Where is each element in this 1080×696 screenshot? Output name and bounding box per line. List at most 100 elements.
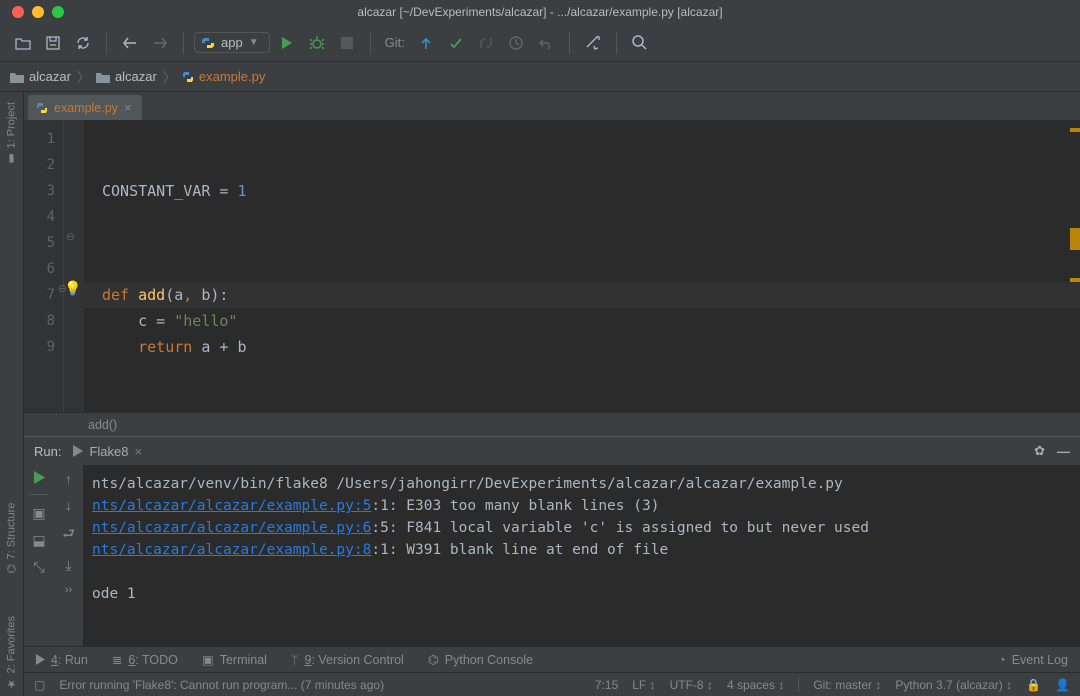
crumb-label: example.py bbox=[199, 69, 265, 84]
forward-button[interactable] bbox=[147, 30, 173, 56]
status-msg-icon[interactable]: ▢ bbox=[34, 678, 45, 692]
editor-breadcrumb[interactable]: add() bbox=[24, 412, 1080, 436]
up-button[interactable]: ↑ bbox=[65, 471, 72, 487]
python-icon: ⌬ bbox=[428, 652, 439, 667]
stop-button[interactable] bbox=[334, 30, 360, 56]
rerun-button[interactable] bbox=[34, 471, 45, 484]
gear-icon[interactable]: ✿ bbox=[1034, 443, 1045, 459]
play-icon bbox=[36, 654, 45, 665]
line-gutter[interactable]: 123456789 bbox=[24, 120, 64, 412]
folder-icon: ▮ bbox=[5, 152, 18, 165]
debug-button[interactable] bbox=[304, 30, 330, 56]
chevron-right-icon: 〉 bbox=[77, 67, 90, 86]
run-button[interactable] bbox=[274, 30, 300, 56]
console-output[interactable]: nts/alcazar/venv/bin/flake8 /Users/jahon… bbox=[84, 465, 1080, 646]
git-commit-button[interactable] bbox=[443, 30, 469, 56]
soft-wrap-button[interactable]: ⮐ bbox=[62, 523, 75, 547]
scroll-end-button[interactable]: ⤓ bbox=[65, 557, 71, 574]
stop-button[interactable]: ▣ bbox=[32, 505, 45, 522]
tab-python-console[interactable]: ⌬ Python Console bbox=[428, 652, 533, 667]
back-button[interactable] bbox=[117, 30, 143, 56]
ide-man-icon[interactable]: 👤 bbox=[1055, 678, 1070, 692]
indent-selector[interactable]: 4 spaces bbox=[727, 678, 784, 692]
gutter-icons: ⊖ ⊖ 💡 bbox=[64, 120, 84, 412]
git-label: Git: bbox=[385, 35, 405, 50]
editor-tab-label: example.py bbox=[54, 101, 118, 115]
open-button[interactable] bbox=[10, 30, 36, 56]
chevron-right-icon: 〉 bbox=[163, 67, 176, 86]
window-titlebar: alcazar [~/DevExperiments/alcazar] - ...… bbox=[0, 0, 1080, 24]
tab-vcs[interactable]: ᛘ9: Version Control bbox=[291, 653, 404, 667]
tab-event-log[interactable]: ◔ Event Log bbox=[998, 653, 1068, 667]
chevron-down-icon: ▼ bbox=[249, 37, 259, 48]
crumb-label: alcazar bbox=[115, 69, 157, 84]
branch-icon: ᛘ bbox=[291, 653, 299, 667]
structure-tool-button[interactable]: ⌬ 7: Structure bbox=[5, 497, 18, 579]
run-tab-label: Flake8 bbox=[89, 444, 128, 459]
tab-label: Terminal bbox=[220, 653, 267, 667]
git-update-button[interactable] bbox=[413, 30, 439, 56]
tab-todo[interactable]: ≣6: TODO bbox=[112, 652, 178, 667]
run-config-selector[interactable]: app ▼ bbox=[194, 32, 270, 53]
project-tool-button[interactable]: ▮ 1: Project bbox=[5, 96, 18, 171]
lock-icon[interactable]: 🔒 bbox=[1026, 678, 1041, 692]
run-left-tools-2: ↑ ↓ ⮐ ⤓ ›› bbox=[54, 465, 84, 646]
code-editor[interactable]: 123456789 ⊖ ⊖ 💡 CONSTANT_VAR = 1 def add… bbox=[24, 120, 1080, 412]
more-button[interactable]: ›› bbox=[65, 584, 72, 596]
star-icon: ★ bbox=[5, 677, 18, 690]
run-left-tools: ▣ ⬓ ⤡ bbox=[24, 465, 54, 646]
editor-tab-bar: example.py × bbox=[24, 92, 1080, 120]
settings-button[interactable] bbox=[580, 30, 606, 56]
git-history-button[interactable] bbox=[503, 30, 529, 56]
down-button[interactable]: ↓ bbox=[65, 497, 72, 513]
play-icon bbox=[73, 445, 83, 457]
folder-icon bbox=[96, 71, 110, 83]
git-branch-selector[interactable]: Git: master bbox=[813, 678, 881, 692]
run-title-label: Run: bbox=[34, 444, 61, 459]
search-button[interactable] bbox=[627, 30, 653, 56]
tab-terminal[interactable]: ▣ Terminal bbox=[202, 652, 267, 667]
tool-label: 7: Structure bbox=[6, 503, 18, 560]
git-rollback-button[interactable] bbox=[533, 30, 559, 56]
run-tool-window: Run: Flake8 × ✿ — ▣ ⬓ ⤡ bbox=[24, 436, 1080, 646]
bubble-icon: ◔ bbox=[998, 653, 1006, 667]
close-icon[interactable]: × bbox=[124, 100, 132, 115]
pin-button[interactable]: ⤡ bbox=[33, 559, 44, 576]
crumb-file[interactable]: example.py bbox=[182, 69, 265, 84]
minimize-icon[interactable]: — bbox=[1057, 444, 1070, 459]
bottom-tool-tabs: 4: Run ≣6: TODO ▣ Terminal ᛘ9: Version Co… bbox=[24, 646, 1080, 672]
editor-tab[interactable]: example.py × bbox=[28, 95, 142, 120]
fold-icon[interactable]: ⊖ bbox=[66, 230, 75, 243]
file-encoding[interactable]: UTF-8 bbox=[670, 678, 713, 692]
left-tool-strip: ▮ 1: Project ⌬ 7: Structure ★ 2: Favorit… bbox=[0, 92, 24, 696]
pyfile-icon bbox=[36, 102, 48, 114]
terminal-icon: ▣ bbox=[202, 652, 214, 667]
run-config-name: app bbox=[221, 35, 243, 50]
code-area[interactable]: CONSTANT_VAR = 1 def add(a, b): c = "hel… bbox=[84, 120, 1080, 412]
caret-position[interactable]: 7:15 bbox=[595, 678, 618, 692]
intention-bulb-icon[interactable]: 💡 bbox=[64, 280, 81, 297]
list-icon: ≣ bbox=[112, 652, 122, 667]
close-icon[interactable]: × bbox=[135, 444, 143, 459]
status-message[interactable]: Error running 'Flake8': Cannot run progr… bbox=[59, 678, 384, 692]
interpreter-selector[interactable]: Python 3.7 (alcazar) bbox=[895, 678, 1012, 692]
tab-label: Python Console bbox=[445, 653, 533, 667]
run-header: Run: Flake8 × ✿ — bbox=[24, 437, 1080, 465]
editor-crumb-label: add() bbox=[88, 418, 117, 432]
tool-label: 1: Project bbox=[6, 102, 18, 148]
favorites-tool-button[interactable]: ★ 2: Favorites bbox=[5, 610, 18, 696]
folder-icon bbox=[10, 71, 24, 83]
tab-label: Event Log bbox=[1012, 653, 1068, 667]
window-title: alcazar [~/DevExperiments/alcazar] - ...… bbox=[0, 5, 1080, 19]
crumb-folder[interactable]: alcazar bbox=[96, 69, 157, 84]
python-icon bbox=[201, 36, 215, 50]
sync-button[interactable] bbox=[70, 30, 96, 56]
crumb-project[interactable]: alcazar bbox=[10, 69, 71, 84]
line-separator[interactable]: LF bbox=[632, 678, 655, 692]
git-compare-button[interactable] bbox=[473, 30, 499, 56]
save-button[interactable] bbox=[40, 30, 66, 56]
pyfile-icon bbox=[182, 71, 194, 83]
run-tab[interactable]: Flake8 × bbox=[73, 444, 142, 459]
tab-run[interactable]: 4: Run bbox=[36, 653, 88, 667]
layout-button[interactable]: ⬓ bbox=[32, 532, 45, 549]
